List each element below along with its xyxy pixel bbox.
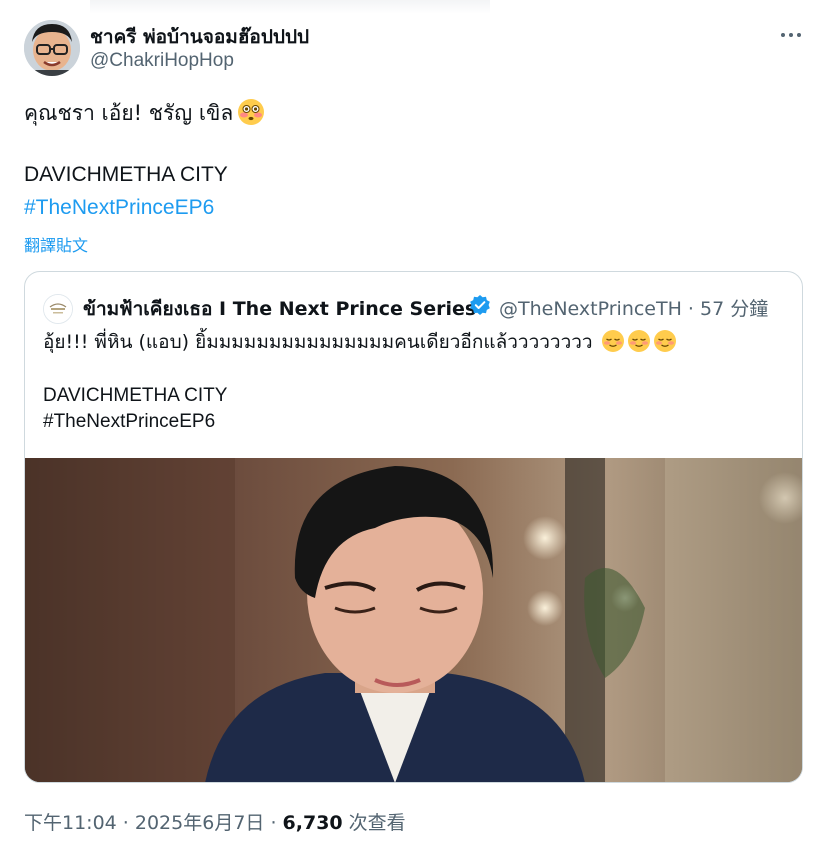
more-options-button[interactable] (772, 22, 810, 48)
verified-badge-icon (470, 295, 490, 315)
quoted-text: อุ้ย!!! พี่หิน (แอบ) ยิ้มมมมมมมมมมมมมมมค… (43, 328, 677, 356)
quoted-brand-line: DAVICHMETHA CITY (43, 385, 228, 406)
author-avatar[interactable] (24, 20, 80, 76)
quoted-author-name[interactable]: ข้ามฟ้าเคียงเธอ I The Next Prince Series (83, 294, 476, 324)
top-fade (90, 0, 490, 14)
view-count: 6,730 (282, 812, 343, 834)
tweet-line-1: คุณชรา เอ้ย! ชรัญ เขิล (24, 101, 234, 125)
author-name[interactable]: ชาครี พ่อบ้านจอมฮ๊อปปปป (90, 22, 309, 52)
tweet-hashtag-link[interactable]: #TheNextPrinceEP6 (24, 196, 214, 220)
quoted-text-content: อุ้ย!!! พี่หิน (แอบ) ยิ้มมมมมมมมมมมมมมมค… (43, 331, 593, 353)
more-dot-icon (797, 33, 801, 37)
more-dot-icon (781, 33, 785, 37)
relieved-face-icon (653, 330, 676, 352)
view-count-label: 次查看 (342, 812, 406, 834)
tweet-timestamp[interactable]: 下午11:04 · 2025年6月7日 · (24, 812, 283, 834)
quoted-media-image[interactable] (25, 458, 802, 782)
relieved-face-icon (601, 330, 624, 352)
quoted-hashtag: #TheNextPrinceEP6 (43, 411, 216, 432)
translate-post-link[interactable]: 翻譯貼文 (24, 232, 88, 256)
quoted-avatar[interactable] (43, 294, 73, 324)
relieved-face-icon (627, 330, 650, 352)
flushed-face-icon (238, 99, 265, 125)
tweet-text: คุณชรา เอ้ย! ชรัญ เขิล (24, 98, 265, 128)
more-dot-icon (789, 33, 793, 37)
tweet-brand-line: DAVICHMETHA CITY (24, 163, 228, 186)
author-handle[interactable]: @ChakriHopHop (90, 50, 234, 72)
quoted-handle-time[interactable]: @TheNextPrinceTH · 57 分鐘 (499, 294, 768, 321)
quoted-tweet-card[interactable]: ข้ามฟ้าเคียงเธอ I The Next Prince Series… (24, 271, 803, 783)
quoted-logo-icon (44, 295, 72, 323)
tweet-footer: 下午11:04 · 2025年6月7日 · 6,730 次查看 (24, 808, 406, 835)
